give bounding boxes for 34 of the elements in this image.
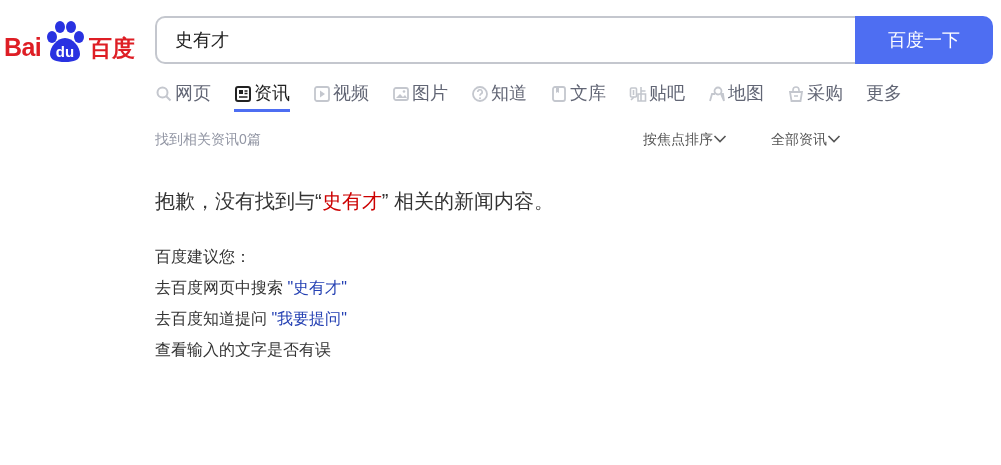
suggestion-title: 百度建议您： <box>155 247 251 267</box>
suggestion-text: 去百度网页中搜索 <box>155 278 284 298</box>
suggestion-text: 去百度知道提问 <box>155 309 268 329</box>
chevron-down-icon <box>713 134 727 144</box>
basket-icon <box>787 84 805 103</box>
nav-tab[interactable]: 资讯 <box>234 78 290 112</box>
nav-tab[interactable]: 视频 <box>313 78 369 112</box>
search-field[interactable]: 史有才 <box>155 16 855 64</box>
play-icon <box>313 84 331 103</box>
result-count: 找到相关资讯0篇 <box>155 129 262 149</box>
search-icon <box>155 84 173 103</box>
nav-tab[interactable]: 网页 <box>155 78 211 112</box>
book-icon <box>550 84 568 103</box>
nav-tab[interactable]: 地图 <box>708 78 764 112</box>
suggestion-link[interactable]: "史有才" <box>287 272 347 303</box>
nav-tab[interactable]: 知道 <box>471 78 527 112</box>
nav-tab[interactable]: 图片 <box>392 78 448 112</box>
nav-tab[interactable]: 贴吧 <box>629 78 685 112</box>
nav-tab[interactable]: 文库 <box>550 78 606 112</box>
suggestion-text: 查看输入的文字是否有误 <box>155 340 331 360</box>
nav-tab[interactable]: 更多 <box>866 78 902 112</box>
nav-tab[interactable]: 采购 <box>787 78 843 112</box>
chevron-down-icon <box>827 134 841 144</box>
newspaper-icon <box>234 84 252 103</box>
baidu-logo[interactable]: Bai du 百度 <box>4 20 136 60</box>
map-pin-icon <box>708 84 726 103</box>
question-icon <box>471 84 489 103</box>
no-results-message: 抱歉，没有找到与“史有才” 相关的新闻内容。 <box>155 189 555 214</box>
filter-dropdown[interactable]: 全部资讯 <box>771 128 841 150</box>
suggestion-link[interactable]: "我要提问" <box>271 303 347 334</box>
filter-dropdown[interactable]: 按焦点排序 <box>643 128 727 150</box>
tieba-icon <box>629 84 647 103</box>
image-icon <box>392 84 410 103</box>
search-button[interactable]: 百度一下 <box>855 16 993 64</box>
